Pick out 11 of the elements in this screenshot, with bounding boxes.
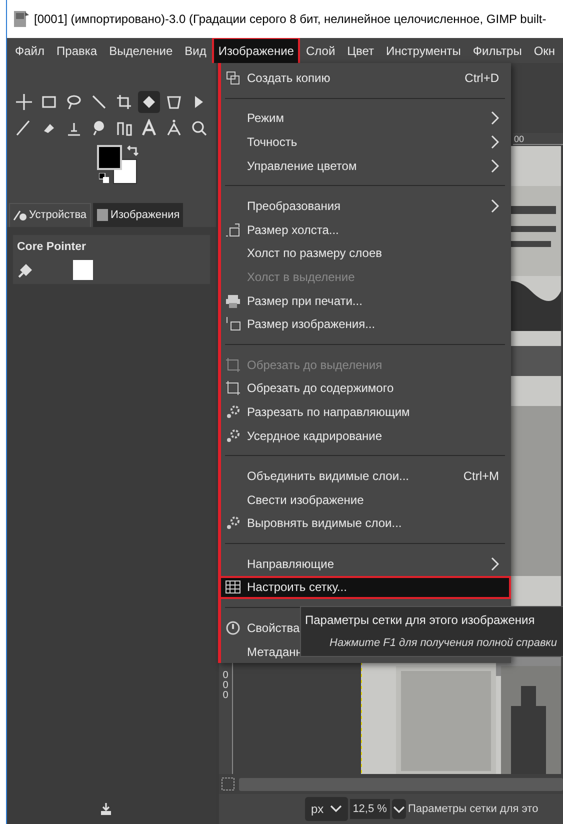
device-name: Core Pointer xyxy=(17,240,88,254)
ruler-label: 00 xyxy=(514,134,524,144)
ruler-label: 0 xyxy=(222,681,228,691)
shortcut-text: Ctrl+M xyxy=(463,468,499,486)
window-title: [0001] (импортировано)-3.0 (Градации серого 8 бит, нелинейное целочисленное, GIMP built- xyxy=(34,11,546,28)
ruler-label: 0 xyxy=(222,691,228,701)
tooltip-title: Параметры сетки для этого изображения xyxy=(305,612,536,629)
ruler-label: 0 xyxy=(222,671,228,681)
status-message: Параметры сетки для это xyxy=(408,802,538,817)
shortcut-text: Ctrl+D xyxy=(464,70,499,87)
tooltip-hint: Нажмите F1 для получения полной справки xyxy=(328,636,558,651)
